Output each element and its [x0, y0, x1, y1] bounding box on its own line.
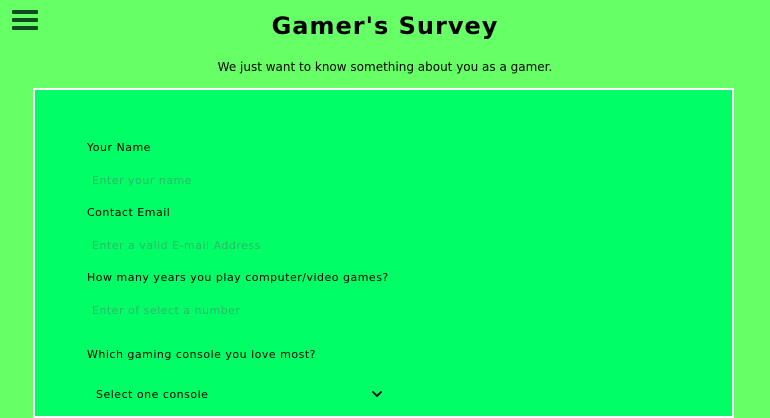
name-label: Your Name	[87, 141, 151, 154]
chevron-down-icon	[372, 391, 382, 397]
survey-form: Your Name Contact Email How many years y…	[33, 88, 734, 418]
years-label: How many years you play computer/video g…	[87, 271, 389, 284]
email-input[interactable]	[87, 234, 652, 256]
console-label: Which gaming console you love most?	[87, 348, 316, 361]
page-subtitle: We just want to know something about you…	[217, 60, 553, 74]
name-input[interactable]	[87, 169, 652, 191]
years-input[interactable]	[87, 299, 652, 321]
page-title: Gamer's Survey	[271, 12, 499, 40]
console-select-value: Select one console	[96, 388, 209, 401]
email-label: Contact Email	[87, 206, 171, 219]
console-select[interactable]: Select one console	[88, 383, 386, 407]
